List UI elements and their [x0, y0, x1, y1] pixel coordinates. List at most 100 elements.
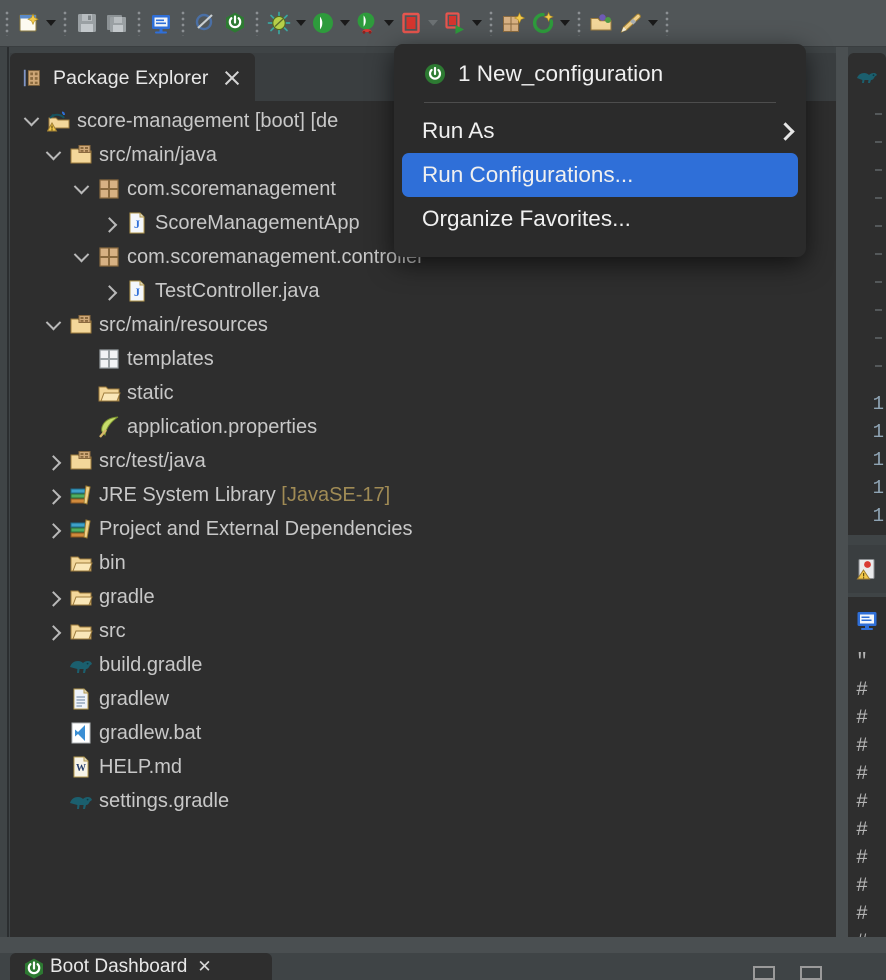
spring-boot-icon — [422, 61, 448, 87]
markdown-file-icon: W — [68, 755, 94, 779]
bottom-sash[interactable] — [0, 937, 886, 953]
stop-relaunch-dropdown-arrow[interactable] — [470, 8, 484, 38]
library-icon — [68, 483, 94, 507]
annotate-dropdown-arrow[interactable] — [646, 8, 660, 38]
tree-item[interactable]: bin — [10, 546, 836, 580]
tree-item[interactable]: templates — [10, 342, 836, 376]
tree-item-label: gradlew — [99, 687, 170, 710]
save-all-button[interactable] — [102, 8, 132, 38]
tree-item[interactable]: application.properties — [10, 410, 836, 444]
coverage-button[interactable] — [352, 8, 382, 38]
editor-sash[interactable] — [836, 47, 848, 937]
maximize-icon[interactable] — [800, 966, 822, 980]
console-line: " — [856, 651, 869, 674]
new-class-button[interactable] — [528, 8, 558, 38]
new-package-icon — [501, 11, 525, 35]
console-line: # — [856, 679, 869, 702]
editor-text-fragment — [875, 337, 882, 339]
menu-item-run-configurations[interactable]: Run Configurations... — [402, 153, 798, 197]
stop-relaunch-button[interactable] — [440, 8, 470, 38]
tab-console[interactable] — [848, 597, 886, 643]
editor-text-fragment — [875, 365, 882, 367]
run-button[interactable] — [308, 8, 338, 38]
run-dropdown-arrow[interactable] — [338, 8, 352, 38]
print-button[interactable] — [146, 8, 176, 38]
terminate-button[interactable] — [396, 8, 426, 38]
tab-package-explorer[interactable]: Package Explorer — [10, 53, 255, 101]
menu-item-new-configuration[interactable]: 1 New_configuration — [394, 52, 806, 96]
tree-item-label: bin — [99, 551, 126, 574]
tree-item-label: HELP.md — [99, 755, 183, 778]
close-icon[interactable] — [223, 69, 241, 87]
tree-item[interactable]: JRE System Library [JavaSE-17] — [10, 478, 836, 512]
chevron-right-icon[interactable] — [38, 444, 68, 478]
tree-item[interactable]: src/test/java — [10, 444, 836, 478]
toolbar-separator — [489, 10, 493, 36]
java-project-warning-icon — [46, 109, 72, 133]
chevron-down-icon[interactable] — [16, 104, 46, 138]
spring-boot-button[interactable] — [220, 8, 250, 38]
tab-problems[interactable] — [848, 545, 886, 593]
tree-item[interactable]: gradle — [10, 580, 836, 614]
chevron-right-icon[interactable] — [38, 512, 68, 546]
chevron-right-icon[interactable] — [38, 580, 68, 614]
skip-breakpoints-icon — [193, 11, 217, 35]
menu-item-organize-favorites[interactable]: Organize Favorites... — [394, 197, 806, 241]
editor-text-fragment — [875, 113, 882, 115]
chevron-right-icon — [776, 121, 795, 141]
close-icon[interactable]: ✕ — [197, 957, 211, 977]
tree-item[interactable]: build.gradle — [10, 648, 836, 682]
chevron-right-icon[interactable] — [38, 478, 68, 512]
tab-boot-dashboard[interactable]: Boot Dashboard ✕ — [10, 953, 272, 980]
terminate-dropdown-arrow[interactable] — [426, 8, 440, 38]
debug-dropdown-arrow[interactable] — [294, 8, 308, 38]
coverage-dropdown-arrow[interactable] — [382, 8, 396, 38]
chevron-right-icon[interactable] — [94, 206, 124, 240]
new-wizard-dropdown-arrow[interactable] — [44, 8, 58, 38]
tree-item[interactable]: J TestController.java — [10, 274, 836, 308]
tree-item[interactable]: Project and External Dependencies — [10, 512, 836, 546]
tree-item[interactable]: src — [10, 614, 836, 648]
console-line: # — [856, 903, 869, 926]
toolbar-stop-relaunch-group — [440, 8, 484, 38]
chevron-down-icon[interactable] — [38, 138, 68, 172]
console-output[interactable]: "###########~ — [848, 643, 886, 980]
tree-item[interactable]: settings.gradle — [10, 784, 836, 818]
menu-item-run-as[interactable]: Run As — [394, 109, 806, 153]
editor-text-fragment — [875, 197, 882, 199]
tree-item[interactable]: W HELP.md — [10, 750, 836, 784]
tree-item-label: build.gradle — [99, 653, 203, 676]
save-icon — [75, 11, 99, 35]
new-package-button[interactable] — [498, 8, 528, 38]
source-folder-icon — [68, 313, 94, 337]
menu-item-organize-favorites-label: Organize Favorites... — [422, 206, 631, 231]
annotate-button[interactable] — [616, 8, 646, 38]
open-type-button[interactable] — [586, 8, 616, 38]
tree-item[interactable]: src/main/resources — [10, 308, 836, 342]
new-wizard-button[interactable] — [14, 8, 44, 38]
chevron-right-icon[interactable] — [94, 274, 124, 308]
chevron-down-icon[interactable] — [66, 240, 96, 274]
editor-build-gradle[interactable]: 1 1 1 1 1 — [848, 101, 886, 535]
save-button[interactable] — [72, 8, 102, 38]
debug-bug-icon — [267, 11, 291, 35]
source-folder-icon — [68, 449, 94, 473]
chevron-down-icon[interactable] — [66, 172, 96, 206]
tree-item[interactable]: gradlew — [10, 682, 836, 716]
new-class-dropdown-arrow[interactable] — [558, 8, 572, 38]
tree-item[interactable]: gradlew.bat — [10, 716, 836, 750]
chevron-down-icon[interactable] — [38, 308, 68, 342]
run-play-icon — [311, 11, 335, 35]
tab-build-gradle[interactable] — [848, 53, 886, 101]
minimize-icon[interactable] — [753, 966, 775, 980]
package-explorer-icon — [22, 67, 44, 89]
skip-breakpoints-button[interactable] — [190, 8, 220, 38]
rail-divider — [7, 47, 9, 952]
gradle-elephant-icon — [855, 65, 879, 89]
debug-button[interactable] — [264, 8, 294, 38]
chevron-right-icon[interactable] — [38, 614, 68, 648]
tree-item[interactable]: static — [10, 376, 836, 410]
